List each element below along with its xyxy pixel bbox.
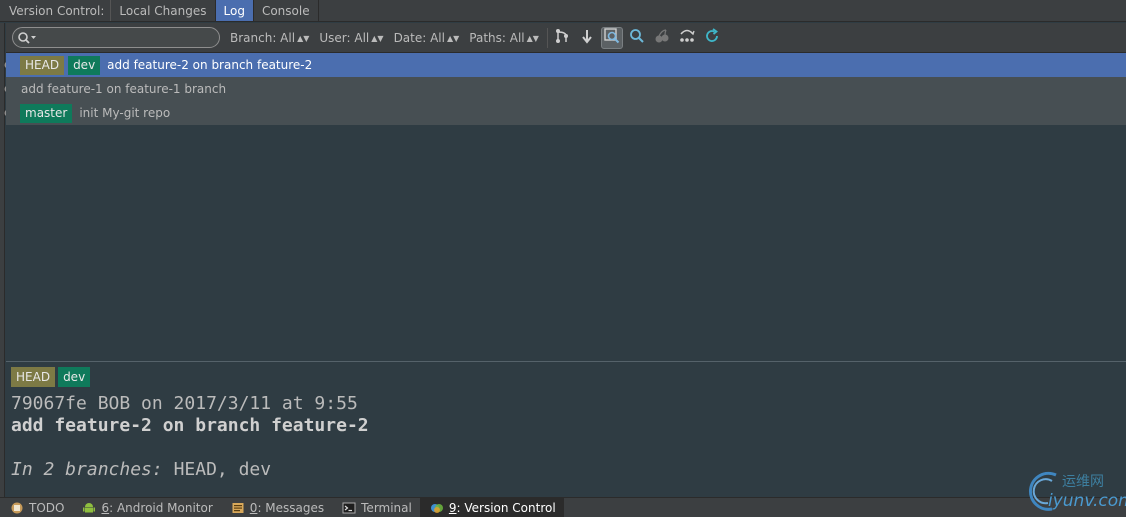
watermark-en: iyunv.com <box>1048 491 1126 511</box>
commit-row[interactable]: HEAD dev add feature-2 on branch feature… <box>6 53 1126 77</box>
highlight-icon <box>604 28 620 47</box>
intellisort-icon <box>678 28 696 47</box>
highlight-button[interactable] <box>600 26 623 49</box>
commit-message: init My-git repo <box>79 106 171 120</box>
refresh-button[interactable] <box>701 27 723 49</box>
todo-icon <box>10 501 24 515</box>
android-icon <box>82 501 96 515</box>
toolbar-separator <box>546 27 548 48</box>
ref-label-branch: dev <box>58 367 91 387</box>
statusbar-terminal[interactable]: Terminal <box>332 498 420 517</box>
messages-icon <box>231 501 245 515</box>
commit-message: add feature-2 on branch feature-2 <box>107 58 313 72</box>
statusbar-mnemonic: 6 <box>101 500 110 515</box>
search-input[interactable] <box>41 30 211 45</box>
search-icon[interactable] <box>17 31 37 45</box>
find-icon <box>629 28 645 47</box>
terminal-icon <box>342 501 356 515</box>
version-control-icon <box>430 501 444 515</box>
tab-local-changes[interactable]: Local Changes <box>111 0 216 21</box>
user-filter[interactable]: User: All ▲▼ <box>319 31 383 45</box>
branch-filter-label: Branch: All <box>230 30 296 45</box>
statusbar-android-monitor[interactable]: 6: Android Monitor <box>72 498 220 517</box>
commit-message: add feature-1 on feature-1 branch <box>21 82 227 96</box>
tool-window-tabbar: Version Control: Local Changes Log Conso… <box>0 0 1126 22</box>
branches-value: HEAD, dev <box>173 459 272 480</box>
branch-filter[interactable]: Branch: All ▲▼ <box>230 31 309 45</box>
find-button[interactable] <box>626 27 648 49</box>
tab-log[interactable]: Log <box>215 0 254 21</box>
commit-subject: add feature-2 on branch feature-2 <box>11 415 369 436</box>
version-control-label: Version Control: <box>0 0 112 21</box>
paths-filter-label: Paths: All <box>469 30 525 45</box>
log-toolbar: Branch: All ▲▼ User: All ▲▼ Date: All ▲▼ Pa… <box>6 23 1126 53</box>
updown-arrows-icon: ▲▼ <box>297 33 310 43</box>
statusbar-mnemonic: 9 <box>448 500 457 515</box>
date-filter[interactable]: Date: All ▲▼ <box>394 31 460 45</box>
statusbar-android-monitor-label: : Android Monitor <box>109 500 213 515</box>
branches-graph-icon <box>554 28 570 47</box>
commit-meta: 79067fe BOB on 2017/3/11 at 9:55 <box>11 393 358 414</box>
commit-row[interactable]: master init My-git repo <box>6 101 1126 125</box>
statusbar-todo[interactable]: TODO <box>0 498 72 517</box>
commit-row[interactable]: add feature-1 on feature-1 branch <box>6 77 1126 101</box>
go-to-head-button[interactable] <box>576 27 598 49</box>
date-filter-label: Date: All <box>393 30 445 45</box>
statusbar-messages[interactable]: 0: Messages <box>221 498 332 517</box>
statusbar-version-control[interactable]: 9: Version Control <box>419 497 564 517</box>
intellisort-button[interactable] <box>676 27 698 49</box>
tool-window-statusbar: TODO 6: Android Monitor 0: Messages Term… <box>0 497 1126 517</box>
branches-graph-button[interactable] <box>551 27 573 49</box>
watermark: 运维网 iyunv.com <box>1022 469 1126 515</box>
cherry-pick-button[interactable] <box>651 27 673 49</box>
details-refs: HEAD dev <box>11 367 93 387</box>
updown-arrows-icon: ▲▼ <box>371 33 384 43</box>
statusbar-todo-label: TODO <box>29 500 65 515</box>
search-box[interactable] <box>12 27 220 48</box>
statusbar-mnemonic: 0 <box>249 500 258 515</box>
commit-details-pane: HEAD dev 79067fe BOB on 2017/3/11 at 9:5… <box>6 362 1126 497</box>
go-to-head-icon <box>579 28 595 47</box>
cherry-pick-icon <box>654 28 670 47</box>
ref-label-branch: dev <box>68 55 101 75</box>
statusbar-messages-label: : Messages <box>257 500 325 515</box>
ref-label-head: HEAD <box>20 55 65 75</box>
tab-console[interactable]: Console <box>254 0 319 21</box>
ref-label-branch: master <box>20 103 73 123</box>
log-list-empty-area <box>6 125 1126 361</box>
commit-log-list: HEAD dev add feature-2 on branch feature… <box>6 53 1126 125</box>
watermark-cn: 运维网 <box>1062 474 1104 490</box>
ref-label-head: HEAD <box>11 367 56 387</box>
user-filter-label: User: All <box>319 30 370 45</box>
updown-arrows-icon: ▲▼ <box>526 33 539 43</box>
paths-filter[interactable]: Paths: All ▲▼ <box>469 31 539 45</box>
commit-branches: In 2 branches: HEAD, dev <box>11 459 271 480</box>
updown-arrows-icon: ▲▼ <box>446 33 460 43</box>
statusbar-terminal-label: Terminal <box>361 500 412 515</box>
branches-label: In 2 branches: <box>11 459 163 480</box>
statusbar-version-control-label: : Version Control <box>456 500 556 515</box>
refresh-icon <box>704 28 720 47</box>
